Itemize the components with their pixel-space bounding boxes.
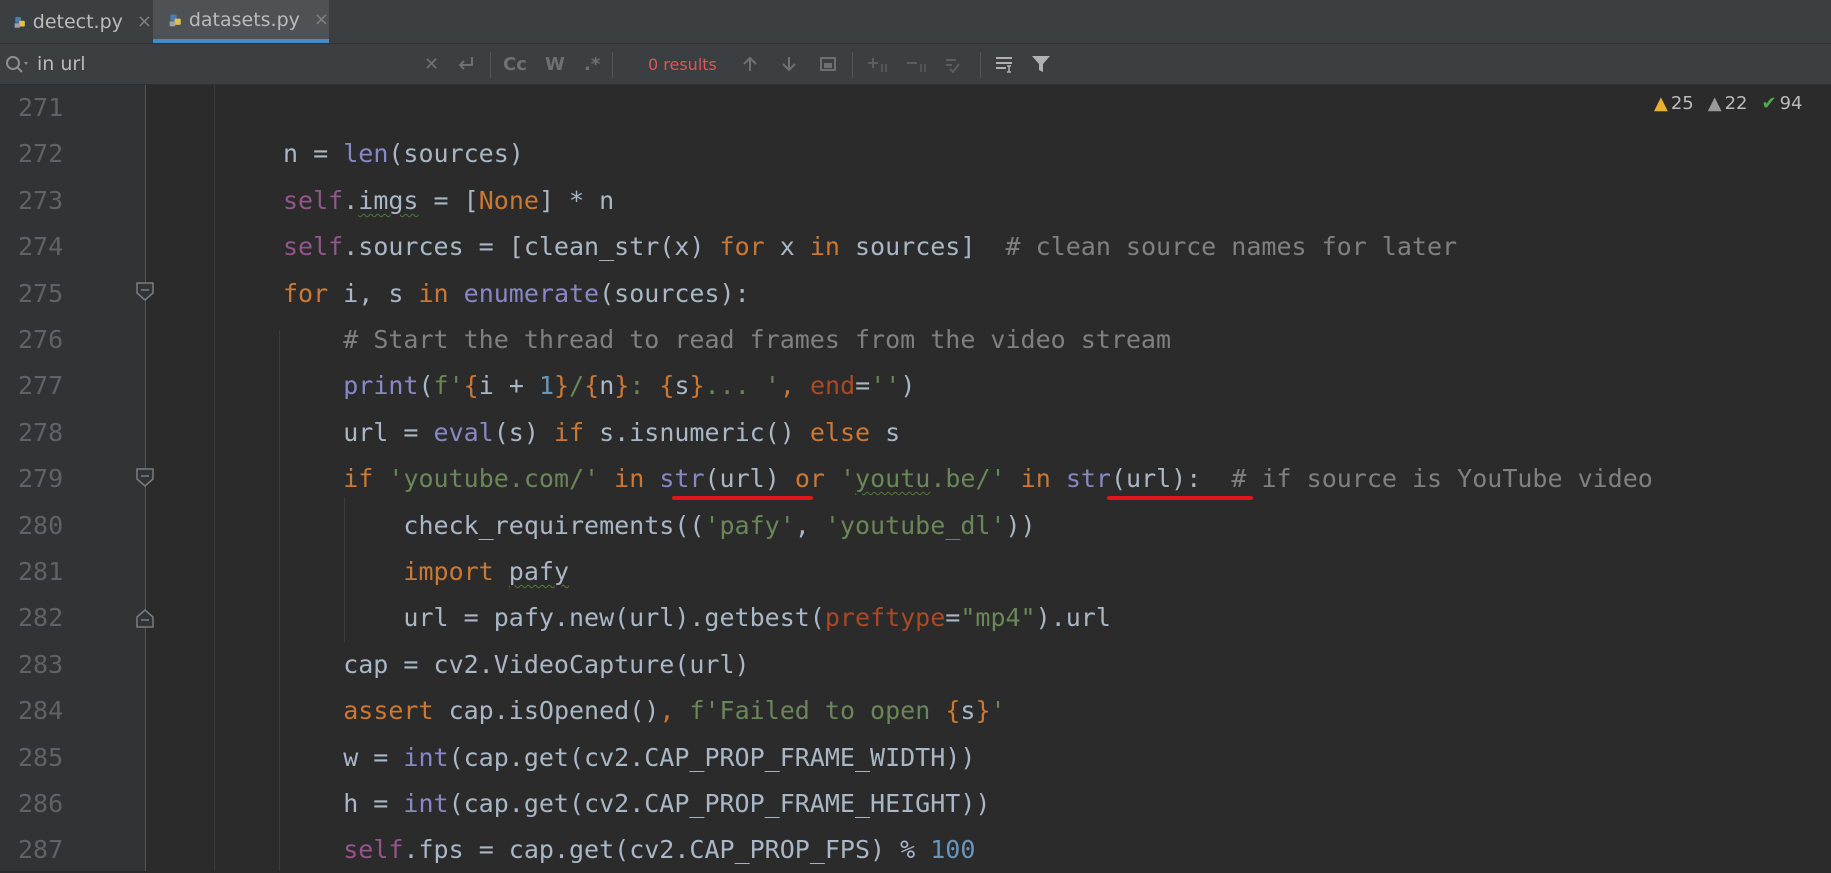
- code-text[interactable]: for i, s in enumerate(sources):: [283, 271, 750, 317]
- line-number: 283: [18, 649, 64, 679]
- clear-search-icon[interactable]: ✕: [424, 44, 439, 84]
- code-line[interactable]: 282 url = pafy.new(url).getbest(preftype…: [0, 595, 1831, 641]
- code-text[interactable]: cap = cv2.VideoCapture(url): [283, 642, 749, 688]
- line-number: 277: [18, 371, 64, 401]
- line-number: 272: [18, 139, 64, 169]
- red-underline-annotation: [1107, 496, 1253, 500]
- code-text[interactable]: check_requirements(('pafy', 'youtube_dl'…: [283, 503, 1035, 549]
- code-line[interactable]: 279 if 'youtube.com/' in str(url) or 'yo…: [0, 456, 1831, 502]
- match-case-toggle[interactable]: Cc: [503, 44, 527, 84]
- search-history-icon[interactable]: [4, 44, 32, 84]
- code-line[interactable]: 286 h = int(cap.get(cv2.CAP_PROP_FRAME_H…: [0, 781, 1831, 827]
- close-tab-icon[interactable]: ×: [314, 9, 329, 30]
- search-input[interactable]: in url: [37, 44, 86, 84]
- words-toggle[interactable]: W: [545, 44, 565, 84]
- python-file-icon: [169, 13, 181, 26]
- line-number: 279: [18, 464, 64, 494]
- line-number: 278: [18, 417, 64, 447]
- find-bar: in url ✕ Cc W .* 0 results: [0, 44, 1831, 85]
- python-file-icon: [14, 16, 25, 28]
- code-text[interactable]: n = len(sources): [283, 131, 524, 177]
- line-number: 281: [18, 557, 64, 586]
- code-line[interactable]: 283 cap = cv2.VideoCapture(url): [0, 642, 1831, 688]
- code-line[interactable]: 273 self.imgs = [None] * n: [0, 178, 1831, 224]
- select-all-occurrences-icon[interactable]: [818, 44, 838, 84]
- red-underline-annotation: [672, 496, 813, 500]
- code-line[interactable]: 277 print(f'{i + 1}/{n}: {s}... ', end='…: [0, 363, 1831, 409]
- line-number: 273: [18, 185, 64, 215]
- code-line[interactable]: 271: [0, 85, 1831, 131]
- code-text[interactable]: h = int(cap.get(cv2.CAP_PROP_FRAME_HEIGH…: [283, 781, 990, 827]
- line-number: 276: [18, 325, 64, 354]
- code-line[interactable]: 281 import pafy: [0, 549, 1831, 595]
- search-in-selection-icon[interactable]: [994, 44, 1016, 84]
- code-text[interactable]: self.imgs = [None] * n: [283, 178, 614, 224]
- code-text[interactable]: assert cap.isOpened(), f'Failed to open …: [283, 688, 1005, 734]
- code-text[interactable]: w = int(cap.get(cv2.CAP_PROP_FRAME_WIDTH…: [283, 735, 975, 781]
- tab-label: datasets.py: [188, 8, 300, 31]
- code-text[interactable]: url = pafy.new(url).getbest(preftype="mp…: [283, 595, 1110, 641]
- next-occurrence-icon[interactable]: [779, 44, 799, 84]
- code-line[interactable]: 276 # Start the thread to read frames fr…: [0, 317, 1831, 363]
- tab-detect-py[interactable]: detect.py ×: [0, 0, 152, 43]
- filter-icon[interactable]: [1031, 44, 1051, 84]
- code-text[interactable]: self.fps = cap.get(cv2.CAP_PROP_FPS) % 1…: [283, 827, 975, 873]
- add-occurrence-icon[interactable]: [866, 44, 890, 84]
- code-line[interactable]: 280 check_requirements(('pafy', 'youtube…: [0, 503, 1831, 549]
- fold-marker-icon[interactable]: [135, 282, 155, 302]
- remove-occurrence-icon[interactable]: [905, 44, 929, 84]
- code-text[interactable]: print(f'{i + 1}/{n}: {s}... ', end=''): [283, 363, 915, 409]
- separator: [612, 52, 613, 78]
- new-line-icon[interactable]: [456, 44, 476, 84]
- code-text[interactable]: self.sources = [clean_str(x) for x in so…: [283, 224, 1457, 270]
- code-text[interactable]: import pafy: [283, 549, 569, 595]
- line-number: 282: [18, 603, 64, 633]
- code-line[interactable]: 278 url = eval(s) if s.isnumeric() else …: [0, 410, 1831, 456]
- fold-end-marker-icon[interactable]: [135, 608, 155, 628]
- code-line[interactable]: 275 for i, s in enumerate(sources):: [0, 271, 1831, 317]
- exclude-occurrence-icon[interactable]: [944, 44, 968, 84]
- line-number: 274: [18, 232, 64, 262]
- separator: [490, 52, 491, 78]
- separator: [852, 52, 853, 78]
- line-number: 284: [18, 696, 64, 726]
- code-text[interactable]: if 'youtube.com/' in str(url) or 'youtu.…: [283, 456, 1653, 502]
- code-line[interactable]: 285 w = int(cap.get(cv2.CAP_PROP_FRAME_W…: [0, 735, 1831, 781]
- close-tab-icon[interactable]: ×: [137, 11, 152, 32]
- fold-marker-icon[interactable]: [135, 468, 155, 488]
- tab-datasets-py[interactable]: datasets.py ×: [153, 0, 329, 43]
- separator: [980, 52, 981, 78]
- previous-occurrence-icon[interactable]: [740, 44, 760, 84]
- code-line[interactable]: 274 self.sources = [clean_str(x) for x in…: [0, 224, 1831, 270]
- tab-label: detect.py: [32, 10, 123, 33]
- regex-toggle[interactable]: .*: [584, 44, 600, 84]
- code-line[interactable]: 272 n = len(sources): [0, 131, 1831, 177]
- line-number: 286: [18, 789, 64, 818]
- editor-tab-bar: detect.py × datasets.py ×: [0, 0, 1831, 44]
- code-text[interactable]: url = eval(s) if s.isnumeric() else s: [283, 410, 900, 456]
- line-number: 287: [18, 835, 64, 865]
- line-number: 280: [18, 510, 64, 540]
- results-count: 0 results: [648, 54, 717, 74]
- line-number: 275: [18, 278, 64, 308]
- code-line[interactable]: 287 self.fps = cap.get(cv2.CAP_PROP_FPS)…: [0, 827, 1831, 873]
- line-number: 271: [18, 93, 64, 122]
- code-text[interactable]: # Start the thread to read frames from t…: [283, 317, 1171, 363]
- code-line[interactable]: 284 assert cap.isOpened(), f'Failed to o…: [0, 688, 1831, 734]
- line-number: 285: [18, 742, 64, 772]
